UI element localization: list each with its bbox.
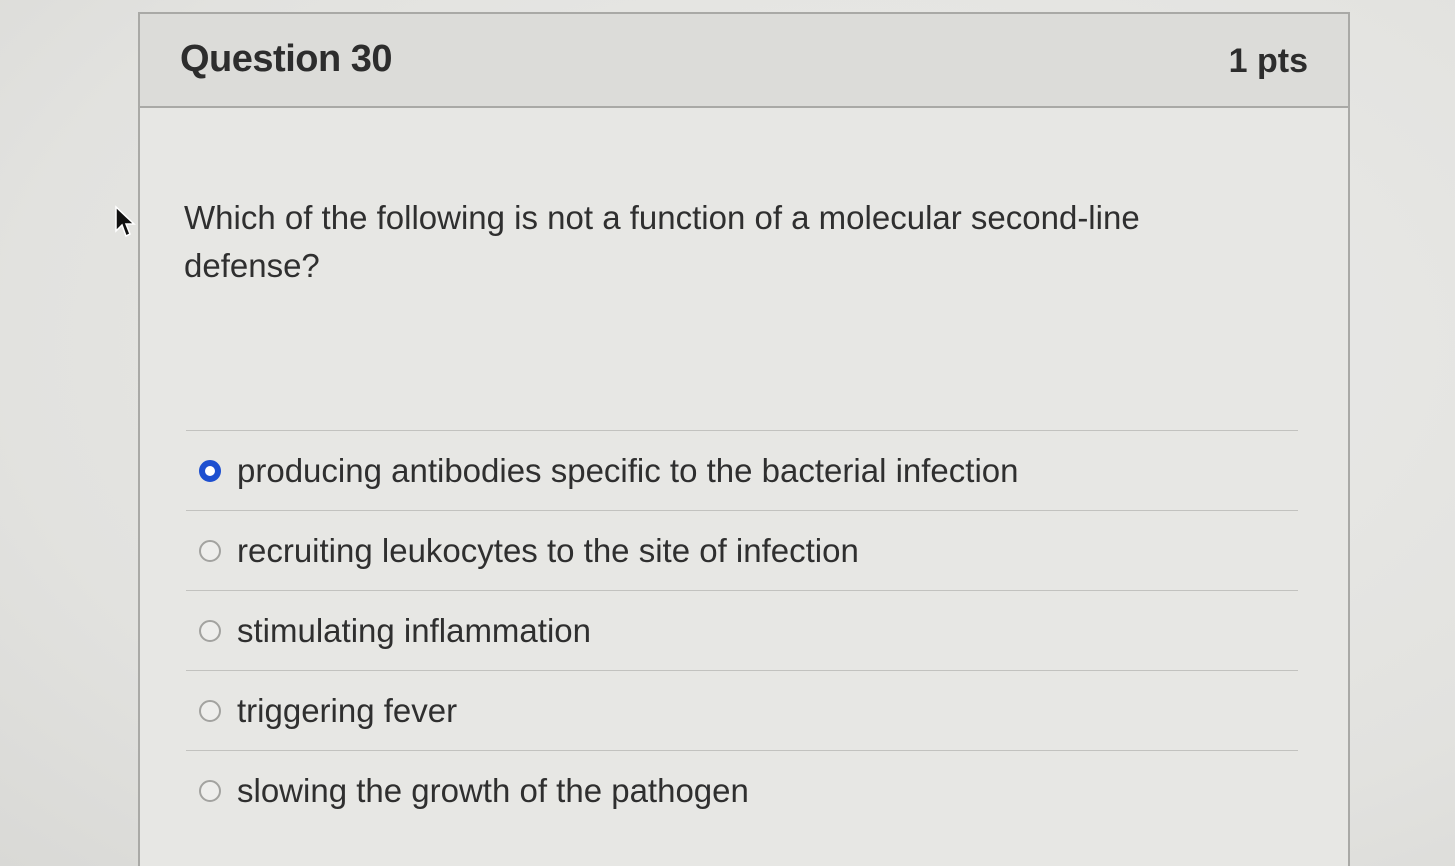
radio-button[interactable]	[199, 699, 221, 722]
question-header: Question 30 1 pts	[140, 14, 1348, 108]
answer-label[interactable]: stimulating inflammation	[237, 612, 591, 650]
answer-option[interactable]: stimulating inflammation	[186, 590, 1298, 670]
question-card: Question 30 1 pts Which of the following…	[138, 12, 1350, 866]
mouse-pointer-icon	[115, 205, 136, 238]
question-points: 1 pts	[1228, 42, 1308, 80]
radio-button[interactable]	[199, 619, 221, 642]
answer-list: producing antibodies specific to the bac…	[186, 430, 1298, 830]
answer-label[interactable]: slowing the growth of the pathogen	[237, 772, 749, 810]
question-text: Which of the following is not a function…	[184, 199, 1140, 284]
radio-button[interactable]	[199, 779, 221, 802]
answer-option[interactable]: recruiting leukocytes to the site of inf…	[186, 510, 1298, 590]
answer-label[interactable]: producing antibodies specific to the bac…	[237, 452, 1018, 490]
question-title: Question 30	[180, 38, 393, 80]
answer-option[interactable]: slowing the growth of the pathogen	[186, 750, 1298, 830]
answer-label[interactable]: triggering fever	[237, 692, 457, 730]
screen: Question 30 1 pts Which of the following…	[0, 0, 1455, 866]
answer-option[interactable]: triggering fever	[186, 670, 1298, 750]
answer-label[interactable]: recruiting leukocytes to the site of inf…	[237, 532, 859, 570]
radio-button-selected[interactable]	[199, 459, 221, 482]
answer-option[interactable]: producing antibodies specific to the bac…	[186, 430, 1298, 510]
radio-button[interactable]	[199, 539, 221, 562]
